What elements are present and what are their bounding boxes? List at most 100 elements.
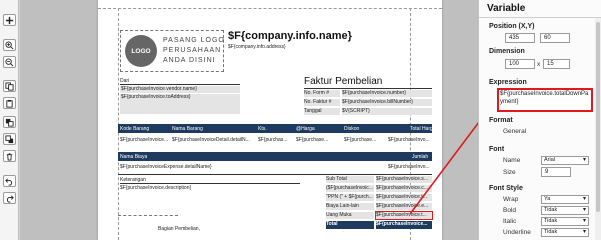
delete-button[interactable]: [3, 150, 16, 162]
summary-label-discount[interactable]: ($F{purchaseInvoic...: [326, 185, 374, 192]
zoom-out-button[interactable]: [3, 56, 16, 68]
logo-text-2: PERUSAHAAN: [163, 47, 222, 54]
logo-badge: LOGO: [125, 35, 157, 67]
font-size-label: Size: [503, 169, 516, 176]
format-value[interactable]: General: [503, 128, 526, 135]
invoice-title[interactable]: Faktur Pembelian: [304, 76, 432, 89]
notes-end-guide: [118, 215, 178, 216]
notes-field[interactable]: $F{purchaseInvoice.description}: [120, 185, 300, 191]
zoom-in-icon: [5, 40, 14, 49]
expression-label: Expression: [489, 79, 527, 86]
expense-cell-amount[interactable]: $F{purchaseInvo...: [388, 164, 432, 170]
font-name-select[interactable]: Arial: [541, 156, 589, 165]
bold-select[interactable]: Tidak: [541, 206, 589, 215]
bring-front-icon: [5, 118, 14, 127]
font-label: Font: [489, 146, 505, 153]
meta-label-form[interactable]: No. Form #: [304, 90, 340, 97]
underline-label: Underline: [503, 229, 531, 236]
notes-label[interactable]: Keterangan: [120, 177, 300, 184]
wrap-select[interactable]: Ya: [541, 195, 589, 204]
panel-scrollbar-thumb[interactable]: [596, 22, 600, 212]
item-cell-kode[interactable]: $F{purchaseInvoice...: [120, 137, 170, 143]
meta-value-date[interactable]: $V{SCRIPT}: [342, 108, 432, 115]
summary-value-discount[interactable]: $F{purchaseInvoice.c...: [376, 185, 432, 192]
format-label: Format: [489, 117, 513, 124]
zoom-in-button[interactable]: [3, 39, 16, 51]
italic-select[interactable]: Tidak: [541, 217, 589, 226]
expense-header-name[interactable]: Nama Biaya: [120, 154, 147, 160]
summary-label-ppn[interactable]: "PPN (" + $F{purch...: [326, 194, 374, 201]
italic-label: Italic: [503, 218, 517, 225]
bring-to-front-button[interactable]: [3, 116, 16, 128]
company-address-field[interactable]: $F{company.info.address}: [228, 44, 286, 50]
item-cell-harga[interactable]: $F{purchase...: [296, 137, 340, 143]
panel-title: Variable: [487, 3, 526, 14]
bold-label: Bold: [503, 207, 517, 214]
meta-value-form[interactable]: $F{purchaseInvoice.number}: [342, 90, 432, 97]
item-cell-diskon[interactable]: $F{purchase...: [344, 137, 384, 143]
underline-select[interactable]: Tidak: [541, 228, 589, 237]
col-header-diskon[interactable]: Diskon: [344, 126, 359, 132]
dimension-width-input[interactable]: 100: [505, 59, 535, 69]
col-header-total[interactable]: Total Harga: [410, 126, 432, 132]
font-style-label: Font Style: [489, 185, 523, 192]
signature-label[interactable]: Bagian Pembelian,: [158, 226, 200, 232]
from-label[interactable]: Dari: [120, 78, 240, 85]
expense-cell-name[interactable]: $F{purchaseInvoiceExpense.detailName}: [120, 164, 320, 170]
expense-header-amount[interactable]: Jumlah: [412, 154, 432, 160]
delete-icon: [6, 152, 13, 161]
summary-value-ppn[interactable]: $F{purchaseInvoice.t...: [376, 194, 432, 201]
meta-label-date[interactable]: Tanggal: [304, 108, 340, 115]
undo-button[interactable]: [3, 175, 16, 187]
font-size-input[interactable]: 9: [541, 167, 571, 177]
summary-label-subtotal[interactable]: Sub Total: [326, 176, 374, 183]
expense-table-header: [118, 152, 432, 161]
logo-text-1: PASANG LOGO: [163, 37, 225, 44]
col-header-kts[interactable]: Kts.: [258, 126, 267, 132]
meta-label-faktur[interactable]: No. Faktur #: [304, 99, 340, 106]
properties-panel: Variable Position (X,Y) 435 60 Dimension…: [478, 0, 601, 240]
plus-icon: [5, 16, 14, 24]
summary-label-other[interactable]: Biaya Lain-lain: [326, 203, 374, 210]
item-cell-total[interactable]: $F{purchaseInvo...: [388, 137, 432, 143]
to-address-field[interactable]: $F{purchaseInvoice.toAddress}: [120, 94, 240, 114]
item-cell-nama[interactable]: $F{purchaseInvoiceDetail.detailN...: [172, 137, 254, 143]
notes-divider: [118, 174, 432, 175]
summary-value-other[interactable]: $F{purchaseInvoice.e...: [376, 203, 432, 210]
dimension-separator: x: [537, 61, 541, 68]
summary-value-total[interactable]: $F{purchaseInvoice...: [376, 221, 432, 229]
col-header-harga[interactable]: @Harga: [296, 126, 315, 132]
panel-scrollbar[interactable]: [595, 18, 601, 240]
summary-value-subtotal[interactable]: $F{purchaseInvoice.s...: [376, 176, 432, 183]
copy-button[interactable]: [3, 80, 16, 92]
top-margin-guide: [98, 8, 442, 9]
summary-value-downpayment[interactable]: $F{purchaseInvoice.t...: [375, 211, 433, 220]
item-cell-kts[interactable]: $F{purchas...: [258, 137, 288, 143]
redo-button[interactable]: [3, 192, 16, 204]
expression-textarea[interactable]: $F{purchaseInvoice.totalDownPayment}: [500, 90, 590, 110]
editor-toolbar: [0, 0, 19, 240]
meta-value-faktur[interactable]: $F{purchaseInvoice.billNumber}: [342, 99, 432, 106]
redo-icon: [6, 194, 14, 203]
send-back-icon: [5, 134, 14, 143]
col-header-nama[interactable]: Nama Barang: [172, 126, 203, 132]
report-canvas[interactable]: LOGO PASANG LOGO PERUSAHAAN ANDA DISINI …: [20, 0, 478, 240]
paste-button[interactable]: [3, 97, 16, 109]
send-to-back-button[interactable]: [3, 133, 16, 145]
logo-placeholder[interactable]: LOGO PASANG LOGO PERUSAHAAN ANDA DISINI: [120, 30, 224, 72]
zoom-out-icon: [5, 57, 14, 66]
add-element-button[interactable]: [3, 14, 16, 26]
font-name-label: Name: [503, 157, 521, 164]
item-table-header: [118, 124, 432, 133]
summary-label-downpayment[interactable]: Uang Muka: [326, 212, 374, 219]
undo-icon: [5, 177, 13, 186]
copy-icon: [5, 81, 14, 91]
vendor-name-field[interactable]: $F{purchaseInvoice.vendor.name}: [120, 86, 240, 93]
company-name-field[interactable]: $F{company.info.name}: [228, 30, 352, 43]
position-x-input[interactable]: 435: [505, 33, 535, 43]
dimension-height-input[interactable]: 15: [543, 59, 570, 69]
col-header-kode[interactable]: Kode Barang: [120, 126, 149, 132]
report-page[interactable]: LOGO PASANG LOGO PERUSAHAAN ANDA DISINI …: [98, 0, 442, 240]
summary-label-total[interactable]: Total: [326, 221, 374, 229]
position-y-input[interactable]: 60: [540, 33, 570, 43]
